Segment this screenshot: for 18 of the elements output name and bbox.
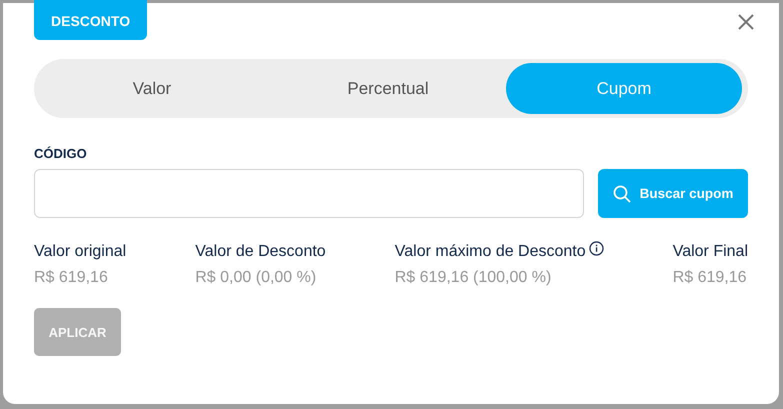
summary-value: R$ 0,00 (0,00 %) <box>195 269 318 287</box>
field-label: CÓDIGO <box>34 146 88 161</box>
summary-value: R$ 619,16 <box>672 269 748 287</box>
dialog-badge: DESCONTO <box>34 0 148 40</box>
input-field[interactable] <box>34 169 584 218</box>
summary-value: R$ 619,16 <box>34 269 109 287</box>
info-icon[interactable] <box>588 241 604 256</box>
tab[interactable]: Percentual <box>270 63 506 114</box>
tab[interactable]: Valor <box>34 63 270 114</box>
summary-value: R$ 619,16 (100,00 %) <box>394 269 552 287</box>
search-button[interactable]: Buscar cupom <box>598 169 748 218</box>
search-icon <box>612 184 631 202</box>
summary-label: Valor original <box>34 243 126 261</box>
summary-label: Valor Final <box>672 243 748 261</box>
tab[interactable]: Cupom <box>506 63 742 114</box>
summary-label: Valor de Desconto <box>195 243 326 261</box>
summary-label: Valor máximo de Desconto <box>394 243 586 261</box>
close-icon[interactable] <box>737 13 755 31</box>
